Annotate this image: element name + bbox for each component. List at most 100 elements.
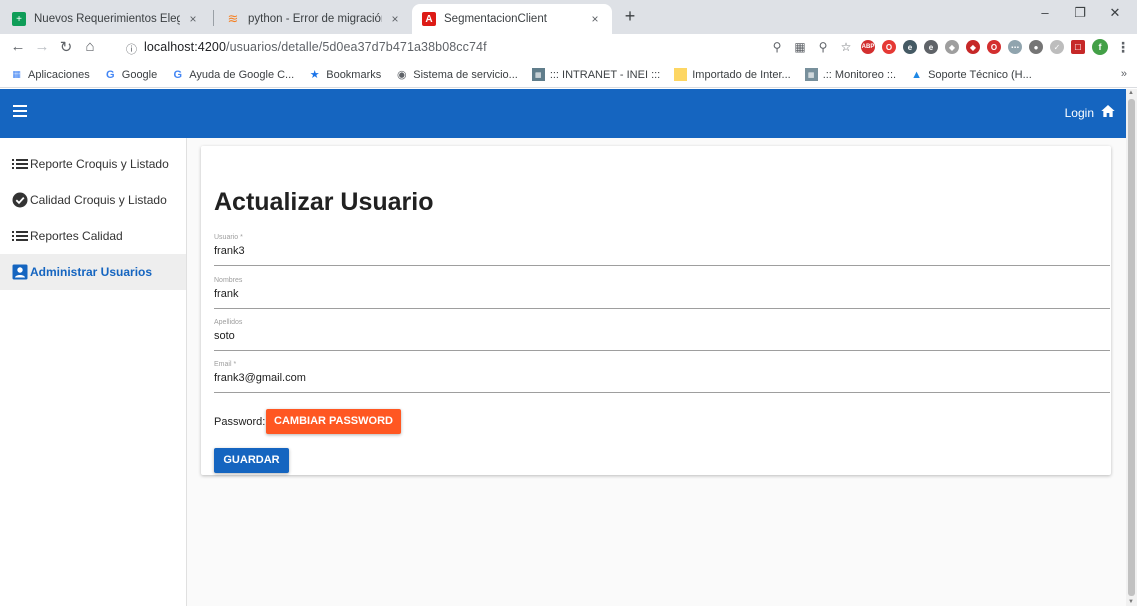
stackoverflow-icon: ≋ <box>227 11 239 26</box>
field-label: Nombres <box>214 277 243 284</box>
change-password-button[interactable]: CAMBIAR PASSWORD <box>266 409 401 434</box>
browser-tab-strip: + Nuevos Requerimientos Elegajo × ≋ pyth… <box>0 0 1137 34</box>
bookmark-label: Soporte Técnico (H... <box>928 68 1032 81</box>
bookmarks-overflow-icon[interactable]: » <box>1121 68 1127 80</box>
star-icon: ★ <box>309 69 320 81</box>
sidebar-item-label: Calidad Croquis y Listado <box>30 193 167 207</box>
sidebar-nav: Reporte Croquis y Listado Calidad Croqui… <box>0 138 187 606</box>
extension-icon[interactable]: e <box>903 40 917 54</box>
bookmark-item[interactable]: Importado de Inter... <box>674 68 791 81</box>
field-value[interactable]: frank <box>214 288 238 300</box>
bookmark-label: Bookmarks <box>326 68 382 81</box>
forward-arrow-icon[interactable]: → <box>32 38 52 55</box>
account-box-icon <box>12 264 28 280</box>
address-bar[interactable]: localhost:4200/usuarios/detalle/5d0ea37d… <box>144 40 487 54</box>
bookmark-label: Importado de Inter... <box>692 68 791 81</box>
google-icon: G <box>173 68 183 81</box>
bookmark-label: .:: Monitoreo ::. <box>822 68 897 81</box>
extension-icon[interactable]: e <box>924 40 938 54</box>
bookmarks-bar: ▦ Aplicaciones G Google G Ayuda de Google C… <box>0 62 1137 88</box>
email-field[interactable]: Email * frank3@gmail.com <box>214 361 1110 393</box>
sidebar-item-label: Reporte Croquis y Listado <box>30 157 169 171</box>
window-close-icon[interactable]: ✕ <box>1100 5 1130 21</box>
bookmark-label: Ayuda de Google C... <box>189 68 295 81</box>
info-icon[interactable]: ⓘ <box>126 41 137 57</box>
browser-tab[interactable]: ≋ python - Error de migración de D × <box>216 4 412 34</box>
menu-dots-icon[interactable]: ⋮ <box>1115 39 1131 55</box>
star-outline-icon[interactable]: ☆ <box>838 40 854 54</box>
browser-tab[interactable]: + Nuevos Requerimientos Elegajo × <box>2 4 210 34</box>
bookmark-item[interactable]: ▲ Soporte Técnico (H... <box>910 68 1032 81</box>
sidebar-item-reporte-croquis[interactable]: Reporte Croquis y Listado <box>0 146 186 182</box>
scrollbar-thumb[interactable] <box>1128 99 1135 596</box>
extension-icon[interactable]: ✓ <box>1050 40 1064 54</box>
field-value[interactable]: frank3 <box>214 245 245 257</box>
check-circle-icon <box>12 192 28 208</box>
usuario-field[interactable]: Usuario * frank3 <box>214 234 1110 266</box>
scroll-up-icon[interactable]: ▲ <box>1128 90 1134 96</box>
extension-icon[interactable]: ⋯ <box>1008 40 1022 54</box>
google-icon: G <box>105 68 115 81</box>
opera-icon[interactable]: O <box>987 40 1001 54</box>
new-tab-button[interactable]: + <box>618 6 642 27</box>
sidebar-item-administrar-usuarios[interactable]: Administrar Usuarios <box>0 254 186 290</box>
bookmark-item[interactable]: ★ Bookmarks <box>308 68 382 82</box>
close-icon[interactable]: × <box>388 12 402 26</box>
zoom-icon[interactable]: ⚲ <box>815 40 831 54</box>
bookmark-item[interactable]: G Google <box>104 68 157 81</box>
restore-icon[interactable]: ❐ <box>1065 5 1095 21</box>
opera-icon[interactable]: O <box>882 40 896 54</box>
tab-label: Nuevos Requerimientos Elegajo <box>34 13 180 25</box>
page-scrollbar[interactable]: ▲ ▼ <box>1126 89 1137 606</box>
reload-icon[interactable]: ↻ <box>56 38 76 56</box>
field-value[interactable]: soto <box>214 330 235 342</box>
translate-icon[interactable]: ▦ <box>792 40 808 54</box>
browser-tab-active[interactable]: A SegmentacionClient × <box>412 4 612 34</box>
user-form-card: Actualizar Usuario Usuario * frank3 Nomb… <box>201 146 1111 475</box>
page-title: Actualizar Usuario <box>214 188 434 216</box>
bookmark-item[interactable]: G Ayuda de Google C... <box>171 68 294 81</box>
menu-icon[interactable] <box>13 105 27 119</box>
home-outline-icon[interactable]: ⌂ <box>80 38 100 55</box>
key-icon[interactable]: ⚲ <box>769 40 785 54</box>
bookmark-item[interactable]: ▦ .:: Monitoreo ::. <box>804 68 897 81</box>
bookmark-item[interactable]: ◉ Sistema de servicio... <box>395 68 518 82</box>
inei-icon: ▦ <box>531 68 545 81</box>
close-icon[interactable]: × <box>186 12 200 26</box>
shield-icon[interactable]: ◆ <box>966 40 980 54</box>
home-icon[interactable] <box>1100 103 1116 119</box>
bookmark-label: Aplicaciones <box>28 68 90 81</box>
profile-avatar[interactable]: f <box>1092 39 1108 55</box>
close-icon[interactable]: × <box>588 12 602 26</box>
bookmark-item[interactable]: ▦ Aplicaciones <box>10 68 90 81</box>
bookmark-label: ::: INTRANET - INEI ::: <box>549 68 661 81</box>
minimize-icon[interactable]: – <box>1030 5 1060 20</box>
apellidos-field[interactable]: Apellidos soto <box>214 319 1110 351</box>
folder-icon <box>674 68 688 81</box>
adblock-icon[interactable]: ABP <box>861 40 875 54</box>
field-value[interactable]: frank3@gmail.com <box>214 372 306 384</box>
browser-toolbar: ← → ↻ ⌂ ⓘ localhost:4200/usuarios/detall… <box>0 34 1137 62</box>
extension-icon[interactable]: ● <box>1029 40 1043 54</box>
field-label: Email * <box>214 361 237 368</box>
scroll-down-icon[interactable]: ▼ <box>1128 599 1134 605</box>
password-label: Password: <box>214 416 266 428</box>
pocket-icon[interactable]: ☐ <box>1071 40 1085 54</box>
bookmark-label: Google <box>121 68 158 81</box>
sidebar-item-reportes-calidad[interactable]: Reportes Calidad <box>0 218 186 254</box>
sidebar-item-label: Administrar Usuarios <box>30 265 153 279</box>
list-icon <box>12 230 28 242</box>
google-sheets-icon: + <box>12 12 26 26</box>
list-icon <box>12 158 28 170</box>
nombres-field[interactable]: Nombres frank <box>214 277 1110 309</box>
tab-label: python - Error de migración de D <box>248 13 382 25</box>
save-button[interactable]: GUARDAR <box>214 448 289 473</box>
bookmark-item[interactable]: ▦::: INTRANET - INEI ::: <box>531 68 661 81</box>
back-arrow-icon[interactable]: ← <box>8 38 28 55</box>
sidebar-item-calidad-croquis[interactable]: Calidad Croquis y Listado <box>0 182 186 218</box>
support-icon: ▲ <box>911 68 922 81</box>
address-path: /usuarios/detalle/5d0ea37d7b471a38b08cc7… <box>226 40 487 54</box>
login-link[interactable]: Login <box>1065 106 1094 120</box>
shield-icon[interactable]: ◆ <box>945 40 959 54</box>
sidebar-item-label: Reportes Calidad <box>30 229 123 243</box>
